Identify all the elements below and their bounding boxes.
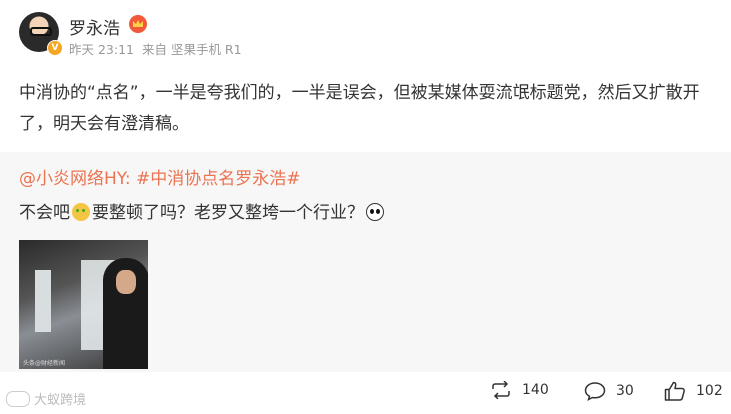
repost-image[interactable]: 头条@财经新闻	[19, 240, 148, 369]
post-meta: 昨天 23:11 来自 坚果手机 R1	[69, 39, 246, 58]
vip-crown-icon[interactable]	[128, 14, 148, 34]
action-bar: 140 30 102	[0, 372, 731, 414]
image-caption: 头条@财经新闻	[23, 360, 66, 367]
comment-count: 30	[616, 383, 634, 399]
thumbs-up-icon	[664, 381, 685, 401]
repost-count: 140	[522, 382, 549, 398]
comment-button[interactable]: 30	[584, 381, 634, 401]
repost-text-part1: 不会吧	[19, 203, 70, 223]
cat-emoji-icon	[72, 203, 90, 221]
glasses-decoration	[30, 27, 52, 36]
post-content: 中消协的“点名”，一半是夸我们的，一半是误会，但被某媒体耍流氓标题党，然后又扩散…	[19, 83, 700, 134]
weibo-post: V 罗永浩 昨天 23:11 来自 坚果手机 R1 中消协的“点名”，一半是夸我…	[0, 0, 731, 414]
author-name[interactable]: 罗永浩	[69, 14, 120, 39]
repost-hashtag[interactable]: #中消协点名罗永浩#	[136, 169, 301, 189]
verified-v-icon: V	[47, 40, 63, 56]
image-face	[116, 270, 136, 294]
repost-icon	[492, 381, 510, 399]
repost-button[interactable]: 140	[490, 381, 549, 399]
post-time[interactable]: 昨天 23:11	[69, 42, 134, 57]
comment-icon	[584, 382, 606, 401]
like-button[interactable]: 102	[664, 381, 723, 401]
image-panel-left	[35, 270, 51, 332]
like-count: 102	[696, 383, 723, 399]
repost-text: 不会吧 要整顿了吗？老罗又整垮一个行业？	[19, 198, 386, 223]
repost-header: @小炎网络HY: #中消协点名罗永浩#	[19, 164, 301, 189]
watermark-text: 大蚁跨境	[34, 393, 87, 408]
watermark-logo-icon	[6, 390, 30, 407]
post-source[interactable]: 来自 坚果手机 R1	[142, 42, 242, 57]
panda-emoji-icon	[366, 203, 384, 221]
repost-user-link[interactable]: @小炎网络HY:	[19, 169, 131, 189]
repost-text-part2: 要整顿了吗？老罗又整垮一个行业？	[92, 203, 364, 223]
watermark: 大蚁跨境	[6, 389, 86, 408]
